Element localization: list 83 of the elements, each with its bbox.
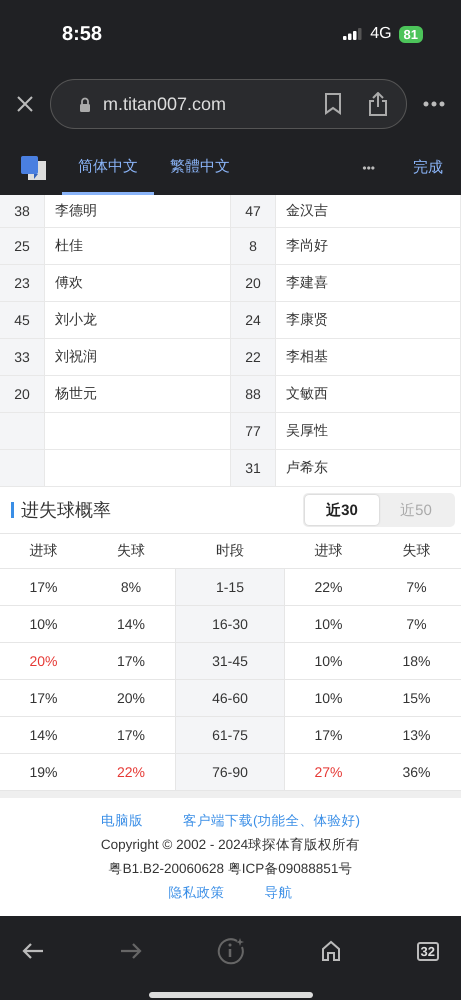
table-cell: 李尚好 — [276, 228, 461, 264]
more-icon[interactable] — [423, 101, 445, 107]
column-header: 时段 — [215, 541, 245, 560]
table-cell: 李康贤 — [276, 302, 461, 338]
column-header: 进球 — [28, 541, 58, 560]
done-button[interactable]: 完成 — [413, 158, 443, 177]
info-sparkle-icon[interactable] — [217, 937, 246, 965]
table-cell: 24 — [231, 302, 276, 338]
table-cell-text: 7% — [405, 615, 428, 634]
table-cell-text: 17% — [28, 578, 59, 597]
column-header: 失球 — [402, 541, 432, 560]
table-cell: 47 — [231, 195, 276, 227]
column-header: 进球 — [314, 541, 344, 560]
table-cell: 33 — [0, 339, 45, 375]
table-cell: 76-90 — [175, 754, 285, 790]
table-cell-text: 19% — [28, 763, 59, 782]
table-cell-text: 10% — [313, 615, 344, 634]
table-cell-text: 14% — [28, 726, 59, 745]
table-cell-text: 18% — [401, 652, 432, 671]
accent-bar — [11, 502, 14, 518]
license-text: 粤B1.B2-20060628 粤ICP备09088851号 — [108, 860, 352, 878]
language-tab[interactable]: 繁體中文 — [154, 140, 246, 195]
translate-icon — [20, 154, 48, 180]
table-cell-text: 14% — [116, 615, 146, 634]
network-label: 4G — [370, 25, 392, 43]
table-cell-text: 27% — [313, 763, 344, 782]
table-cell-text: 36% — [401, 763, 432, 782]
status-time: 8:58 — [62, 22, 102, 46]
segment-button[interactable]: 近30 — [305, 495, 379, 525]
table-cell-text: 15% — [401, 689, 432, 708]
table-cell-text: 17% — [116, 726, 146, 745]
copyright-text: Copyright © 2002 - 2024球探体育版权所有 — [100, 836, 360, 854]
table-cell: 李建喜 — [276, 265, 461, 301]
table-cell-text: 22% — [313, 578, 344, 597]
table-cell-text: 17% — [28, 689, 59, 708]
table-cell-text: 10% — [28, 615, 59, 634]
battery-indicator: 81 — [398, 26, 423, 42]
table-cell-text: 13% — [401, 726, 432, 745]
signal-icon — [343, 28, 364, 40]
table-cell: 卢希东 — [276, 450, 461, 486]
table-cell: 45 — [0, 302, 45, 338]
forward-icon[interactable] — [120, 942, 142, 960]
language-tab[interactable]: 简体中文 — [62, 140, 154, 195]
table-cell: 31-45 — [175, 643, 285, 679]
table-cell-text: 10% — [313, 652, 344, 671]
lock-icon — [79, 96, 91, 112]
tab-count-button[interactable]: 32 — [416, 942, 439, 960]
table-cell: 46-60 — [175, 680, 285, 716]
table-cell: 38 — [0, 195, 45, 227]
table-cell: 25 — [0, 228, 45, 264]
table-cell-text: 20% — [116, 689, 146, 708]
close-icon[interactable] — [16, 95, 34, 113]
table-cell: 16-30 — [175, 606, 285, 642]
table-cell: 88 — [231, 376, 276, 412]
table-cell: 吴厚性 — [276, 413, 461, 449]
back-icon[interactable] — [22, 942, 44, 960]
table-cell-text: 20% — [28, 652, 59, 671]
share-icon[interactable] — [368, 92, 388, 116]
table-cell: 金汉吉 — [276, 195, 461, 227]
table-cell-text: 17% — [116, 652, 146, 671]
table-cell: 20 — [231, 265, 276, 301]
table-cell: 8 — [231, 228, 276, 264]
bookmark-icon[interactable] — [324, 93, 342, 115]
table-cell: 1-15 — [175, 569, 285, 605]
table-cell: 31 — [231, 450, 276, 486]
table-cell: 李相基 — [276, 339, 461, 375]
table-cell-text: 17% — [313, 726, 344, 745]
section-title: 进失球概率 — [21, 499, 111, 522]
table-cell-text: 10% — [313, 689, 344, 708]
home-icon[interactable] — [320, 940, 341, 962]
table-cell-text: 22% — [116, 763, 146, 782]
table-cell: 23 — [0, 265, 45, 301]
table-cell-text: 8% — [120, 578, 142, 597]
address-bar[interactable]: m.titan007.com — [50, 79, 407, 129]
table-cell: 20 — [0, 376, 45, 412]
more-options[interactable]: ••• — [362, 160, 375, 174]
column-header: 失球 — [116, 541, 146, 560]
table-cell-text: 7% — [405, 578, 428, 597]
table-cell: 61-75 — [175, 717, 285, 753]
table-cell: 22 — [231, 339, 276, 375]
url-text: m.titan007.com — [103, 94, 228, 114]
table-cell: 77 — [231, 413, 276, 449]
table-cell: 文敏西 — [276, 376, 461, 412]
